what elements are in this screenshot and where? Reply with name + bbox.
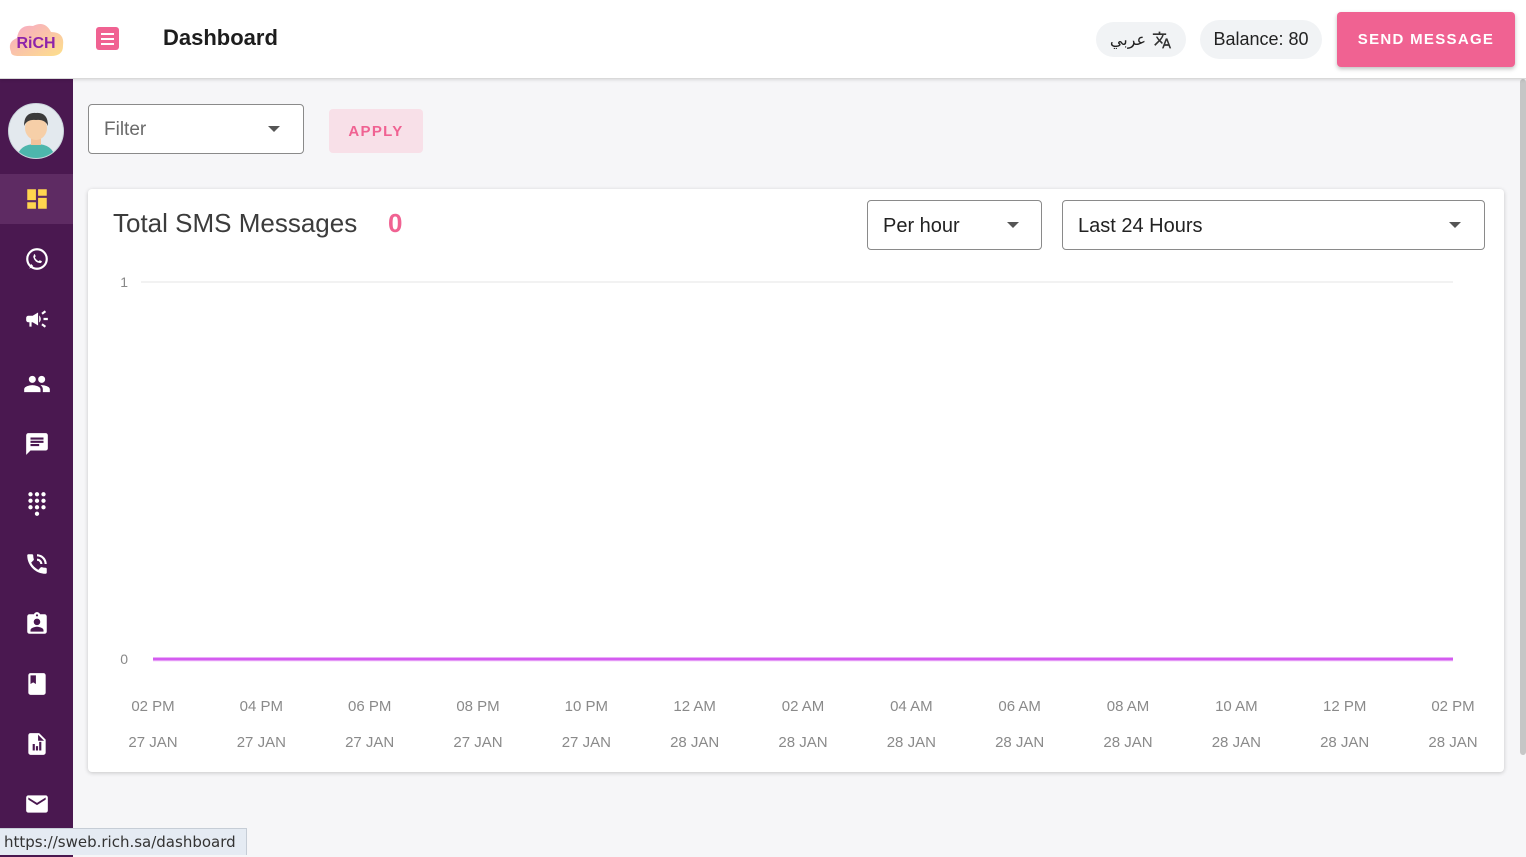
sms-line-chart: 1 0 02 PM 27 JAN 04 PM 27 JAN 06 PM 27 JAN 08 PM… [120, 274, 1477, 751]
x-tick-date-label: 27 JAN [562, 734, 611, 751]
x-tick-date-label: 27 JAN [453, 734, 502, 751]
chevron-down-icon [268, 126, 280, 132]
status-url: https://sweb.rich.sa/dashboard [0, 828, 247, 855]
sidebar [0, 79, 73, 857]
email-icon [25, 795, 48, 813]
sidebar-item-campaigns[interactable] [0, 294, 73, 344]
language-label: عربي [1109, 31, 1147, 49]
x-tick-date-label: 28 JAN [995, 734, 1044, 751]
x-tick-time-label: 10 AM [1215, 698, 1258, 715]
sidebar-item-reports[interactable] [0, 719, 73, 769]
x-tick-date-label: 28 JAN [778, 734, 827, 751]
x-tick-date-label: 28 JAN [1320, 734, 1369, 751]
phone-call-icon [26, 554, 47, 574]
language-toggle-button[interactable]: عربي [1096, 22, 1186, 57]
contacts-group-icon [23, 375, 50, 393]
filter-placeholder: Filter [104, 119, 147, 140]
rich-logo[interactable]: RiCH [5, 18, 67, 60]
sidebar-item-email[interactable] [0, 779, 73, 829]
x-tick-time-label: 02 PM [1431, 698, 1474, 715]
sidebar-item-assignments[interactable] [0, 599, 73, 649]
sms-chart-card: Total SMS Messages 0 Per hour Last 24 Ho… [88, 189, 1504, 772]
x-tick-date-label: 28 JAN [1103, 734, 1152, 751]
page-scrollbar[interactable] [1520, 79, 1526, 755]
filter-select[interactable]: Filter [88, 104, 304, 154]
x-tick-time-label: 10 PM [565, 698, 608, 715]
x-tick-date-label: 27 JAN [128, 734, 177, 751]
x-tick-time-label: 08 AM [1107, 698, 1150, 715]
x-tick-time-label: 02 AM [782, 698, 825, 715]
x-tick-date-label: 27 JAN [345, 734, 394, 751]
x-tick-time-label: 12 PM [1323, 698, 1366, 715]
menu-toggle-icon[interactable] [96, 27, 119, 50]
x-tick-date-label: 28 JAN [1428, 734, 1477, 751]
sidebar-item-dialpad[interactable] [0, 479, 73, 529]
x-tick-time-label: 06 PM [348, 698, 391, 715]
whatsapp-icon [25, 248, 48, 270]
send-message-button[interactable]: SEND MESSAGE [1337, 12, 1515, 67]
x-tick-date-label: 28 JAN [887, 734, 936, 751]
x-tick-date-label: 28 JAN [1212, 734, 1261, 751]
x-tick-time-label: 06 AM [998, 698, 1041, 715]
logo-text: RiCH [16, 35, 55, 52]
x-tick-time-label: 12 AM [673, 698, 716, 715]
sidebar-item-messages[interactable] [0, 419, 73, 469]
x-tick-time-label: 04 PM [240, 698, 283, 715]
sidebar-item-dashboard[interactable] [0, 174, 73, 224]
x-tick-time-label: 04 AM [890, 698, 933, 715]
sidebar-item-whatsapp[interactable] [0, 234, 73, 284]
x-tick-time-label: 08 PM [456, 698, 499, 715]
avatar[interactable] [8, 103, 64, 159]
x-tick-date-label: 27 JAN [237, 734, 286, 751]
x-tick-date-label: 28 JAN [670, 734, 719, 751]
apply-button[interactable]: APPLY [329, 109, 423, 153]
book-icon [27, 673, 46, 695]
dashboard-icon [26, 189, 47, 209]
sidebar-item-book[interactable] [0, 659, 73, 709]
dialpad-icon [27, 492, 46, 516]
clipboard-contact-icon [26, 612, 47, 634]
top-bar: RiCH Dashboard عربي Balance: 80 SEND MES… [0, 0, 1526, 79]
balance-badge: Balance: 80 [1200, 20, 1322, 59]
chat-message-icon [25, 433, 48, 455]
report-chart-icon [27, 733, 46, 755]
translate-icon [1152, 31, 1172, 48]
y-tick-label: 0 [120, 651, 128, 667]
y-tick-label: 1 [120, 274, 128, 290]
page-title: Dashboard [163, 25, 278, 50]
x-tick-time-label: 02 PM [131, 698, 174, 715]
sidebar-item-contacts[interactable] [0, 359, 73, 409]
megaphone-icon [25, 310, 48, 328]
sidebar-item-calls[interactable] [0, 539, 73, 589]
